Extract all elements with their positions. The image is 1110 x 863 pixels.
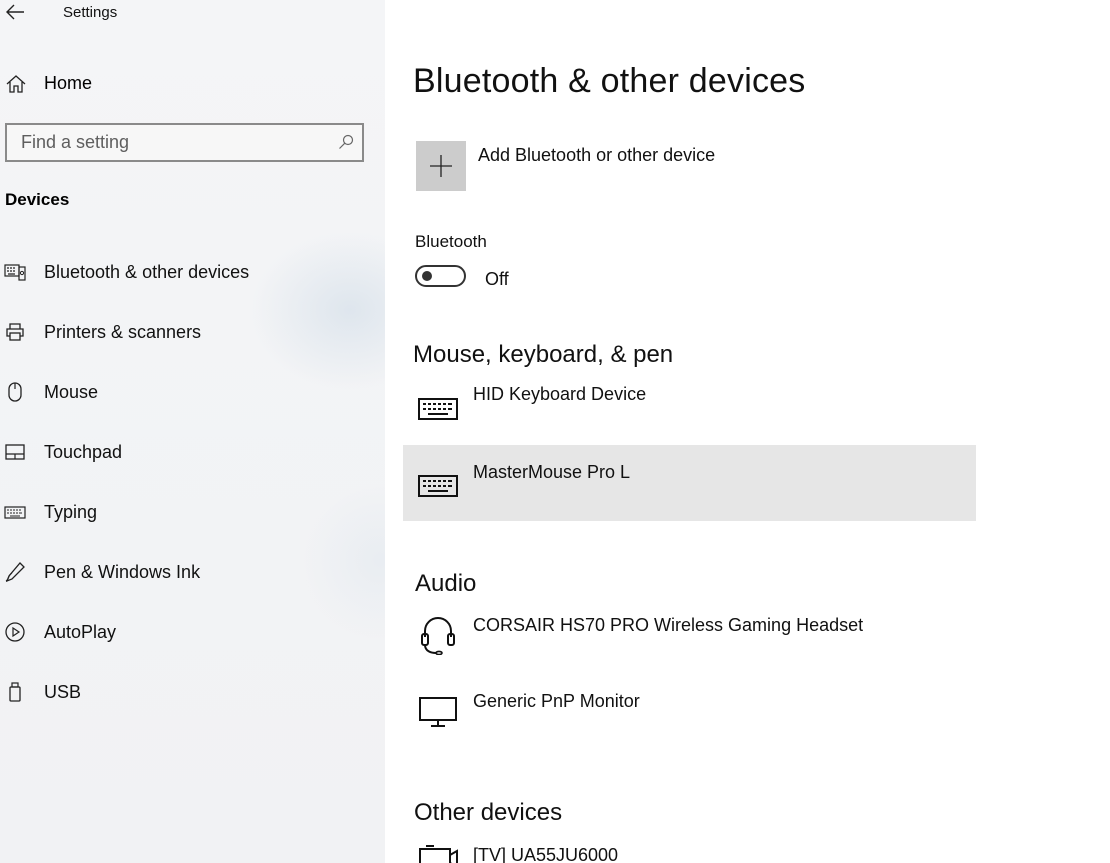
main-content: Bluetooth & other devices Add Bluetooth … [385,0,1110,863]
tv-icon [419,845,458,863]
sidebar-item-bluetooth[interactable]: Bluetooth & other devices [0,248,385,308]
search-icon[interactable] [338,134,354,150]
back-arrow-icon [6,4,24,20]
sidebar-item-label: AutoPlay [44,622,117,642]
toggle-knob [422,271,432,281]
search-input[interactable] [21,125,321,160]
add-device-label: Add Bluetooth or other device [478,145,716,165]
group-heading-input: Mouse, keyboard, & pen [413,341,674,368]
sidebar-nav: Bluetooth & other devices Printers & sca… [0,248,385,728]
keyboard-icon [418,475,458,497]
sidebar-item-label: Mouse [44,382,99,402]
sidebar: Settings Home Devices Bluetooth & other … [0,0,385,863]
bluetooth-devices-icon [4,264,26,281]
autoplay-icon [5,622,25,642]
sidebar-item-home[interactable]: Home [0,68,385,100]
device-monitor[interactable]: Generic PnP Monitor [403,673,976,749]
title-bar: Settings [0,0,385,28]
device-tv[interactable]: [TV] UA55JU6000 [403,827,976,863]
sidebar-item-label: Bluetooth & other devices [44,262,250,282]
sidebar-item-printers[interactable]: Printers & scanners [0,308,385,368]
mouse-icon [8,382,22,402]
app-title: Settings [63,4,118,21]
add-device-tile [416,141,466,191]
device-hid-keyboard[interactable]: HID Keyboard Device [403,368,976,444]
device-mastermouse[interactable]: MasterMouse Pro L [403,445,976,521]
sidebar-item-pen[interactable]: Pen & Windows Ink [0,548,385,608]
sidebar-item-typing[interactable]: Typing [0,488,385,548]
search-box [5,123,364,162]
touchpad-icon [5,444,25,460]
headset-icon [421,617,455,655]
printer-icon [6,323,24,341]
back-button[interactable] [4,2,26,22]
sidebar-item-label: USB [44,682,82,702]
device-name: CORSAIR HS70 PRO Wireless Gaming Headset [473,615,864,635]
device-name: HID Keyboard Device [473,384,647,404]
bluetooth-label: Bluetooth [415,232,487,251]
bluetooth-toggle[interactable] [415,265,466,287]
pen-icon [5,562,25,583]
page-title: Bluetooth & other devices [413,62,806,100]
sidebar-item-label: Printers & scanners [44,322,202,342]
sidebar-item-autoplay[interactable]: AutoPlay [0,608,385,668]
plus-icon [430,155,452,177]
group-heading-audio: Audio [415,570,477,597]
sidebar-item-mouse[interactable]: Mouse [0,368,385,428]
add-device-button[interactable]: Add Bluetooth or other device [416,141,816,191]
home-icon [6,75,26,93]
keyboard-icon [4,506,26,519]
device-name: [TV] UA55JU6000 [473,845,619,863]
group-heading-other: Other devices [414,799,563,826]
monitor-icon [419,697,457,727]
sidebar-item-usb[interactable]: USB [0,668,385,728]
section-label-devices: Devices [5,190,70,209]
usb-icon [9,682,21,702]
sidebar-item-label: Typing [44,502,98,522]
device-name: Generic PnP Monitor [473,691,640,711]
keyboard-icon [418,398,458,420]
bluetooth-state: Off [485,269,509,289]
sidebar-item-label: Pen & Windows Ink [44,562,201,582]
sidebar-item-touchpad[interactable]: Touchpad [0,428,385,488]
device-headset[interactable]: CORSAIR HS70 PRO Wireless Gaming Headset [403,597,976,673]
sidebar-item-label: Touchpad [44,442,123,462]
home-label: Home [44,73,93,93]
device-name: MasterMouse Pro L [473,462,631,482]
